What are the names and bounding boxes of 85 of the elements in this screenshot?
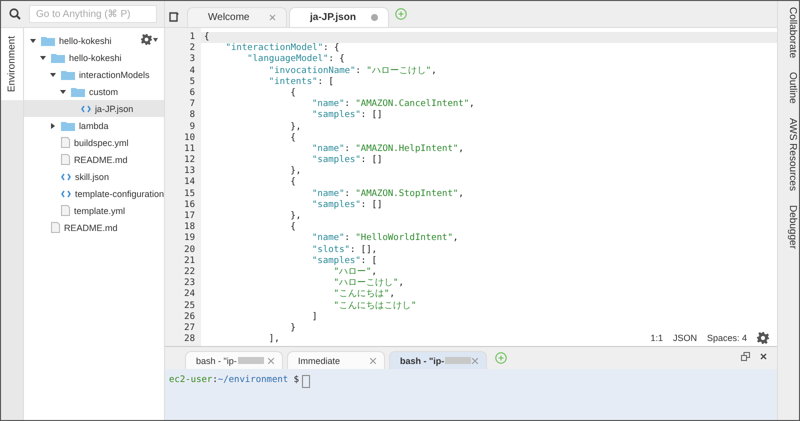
code-line: "samples": []: [311, 110, 382, 122]
side-tab[interactable]: Collaborate: [778, 1, 799, 66]
expanded-caret-icon[interactable]: [60, 88, 66, 94]
file-icon: [60, 137, 70, 148]
unsaved-dot-icon: [371, 14, 378, 21]
tree-item[interactable]: README.md: [24, 151, 164, 168]
expanded-caret-icon[interactable]: [40, 54, 46, 60]
folder-icon: [50, 52, 65, 62]
code-line: {: [289, 88, 296, 100]
terminal[interactable]: ec2-user:~/environment $: [165, 369, 777, 420]
tree-item[interactable]: custom: [24, 83, 164, 100]
language-mode[interactable]: JSON: [672, 333, 697, 343]
code-line: "intents": [: [268, 76, 334, 88]
code-line: }: [289, 322, 296, 334]
code-line: },: [289, 166, 302, 177]
line-number: 1: [165, 32, 201, 44]
code-line: "slots": [],: [311, 244, 378, 256]
text-cursor: [302, 375, 310, 388]
code-line: "samples": [: [311, 256, 378, 267]
code-line: "name": "AMAZON.StopIntent",: [311, 188, 464, 200]
terminal-tab[interactable]: bash - "ip-: [389, 351, 487, 369]
code-line: },: [289, 211, 302, 222]
settings-icon[interactable]: [141, 34, 152, 45]
close-icon[interactable]: [760, 353, 767, 360]
cursor-position: 1:1: [650, 333, 663, 343]
side-tab[interactable]: AWS Resources: [778, 112, 799, 199]
code-line: "ハローこけし",: [332, 278, 404, 290]
code-line: "samples": []: [311, 200, 382, 211]
code-line: ],: [268, 334, 280, 346]
code-file-icon: [80, 104, 91, 112]
code-line: ]: [311, 312, 318, 323]
code-line: },: [289, 122, 302, 133]
tree-item[interactable]: buildspec.yml: [24, 134, 164, 151]
side-tab[interactable]: Environment: [1, 28, 23, 100]
code-line: "name": "HelloWorldIntent",: [311, 233, 458, 245]
folder-icon: [70, 86, 85, 96]
tree-item[interactable]: skill.json: [24, 168, 164, 185]
tree-item[interactable]: interactionModels: [24, 66, 164, 83]
tree-item[interactable]: hello-kokeshi: [24, 32, 164, 49]
file-icon: [60, 205, 70, 216]
expanded-caret-icon[interactable]: [50, 72, 56, 78]
terminal-tab[interactable]: bash - "ip-: [185, 351, 283, 369]
tree-item[interactable]: template.yml: [24, 202, 164, 219]
code-line: {: [289, 132, 296, 144]
editor-tab[interactable]: Welcome: [187, 7, 287, 27]
restore-icon[interactable]: [741, 352, 750, 361]
code-line: "interactionModel": {: [224, 43, 340, 54]
tab-list-icon[interactable]: [169, 12, 179, 22]
folder-icon: [40, 36, 55, 46]
code-line: "こんにちはこけし": [332, 300, 416, 312]
search-icon[interactable]: [9, 8, 21, 20]
redaction-mark: [445, 357, 472, 364]
side-tab[interactable]: Outline: [778, 66, 799, 112]
terminal-tab[interactable]: Immediate: [287, 351, 385, 369]
file-icon: [60, 154, 70, 165]
tree-item[interactable]: README.md: [24, 219, 164, 236]
file-icon: [50, 222, 60, 233]
folder-icon: [60, 120, 75, 130]
code-line: "こんにちは",: [332, 289, 395, 300]
tree-item[interactable]: template-configuration: [24, 185, 164, 202]
tree-item[interactable]: ja-JP.json: [24, 100, 164, 117]
code-line: "name": "AMAZON.CancelIntent",: [311, 99, 475, 110]
code-line: "samples": []: [311, 155, 382, 166]
tree-item[interactable]: lambda: [24, 117, 164, 134]
redaction-mark: [238, 357, 264, 364]
side-tab[interactable]: Debugger: [778, 198, 799, 257]
indent-setting[interactable]: Spaces: 4: [706, 333, 747, 343]
search-field[interactable]: Go to Anything (⌘ P): [29, 5, 157, 23]
code-line: {: [203, 32, 210, 44]
caret-icon[interactable]: [153, 38, 158, 42]
settings-icon[interactable]: [757, 332, 769, 344]
shell-prompt: ec2-user:~/environment $: [169, 375, 300, 385]
editor-tab[interactable]: ja-JP.json: [289, 7, 389, 27]
code-line: "ハロー",: [332, 266, 377, 278]
code-line: "name": "AMAZON.HelpIntent",: [311, 144, 464, 155]
collapsed-caret-icon[interactable]: [50, 122, 56, 128]
code-line: "invocationName": "ハローこけし",: [268, 66, 437, 77]
tree-item[interactable]: hello-kokeshi: [24, 49, 164, 66]
code-file-icon: [60, 190, 71, 198]
code-line: {: [289, 222, 296, 234]
code-line: "languageModel": {: [246, 54, 345, 66]
expanded-caret-icon[interactable]: [30, 38, 36, 44]
code-line: {: [289, 177, 296, 189]
folder-icon: [60, 70, 75, 80]
code-file-icon: [60, 172, 71, 180]
